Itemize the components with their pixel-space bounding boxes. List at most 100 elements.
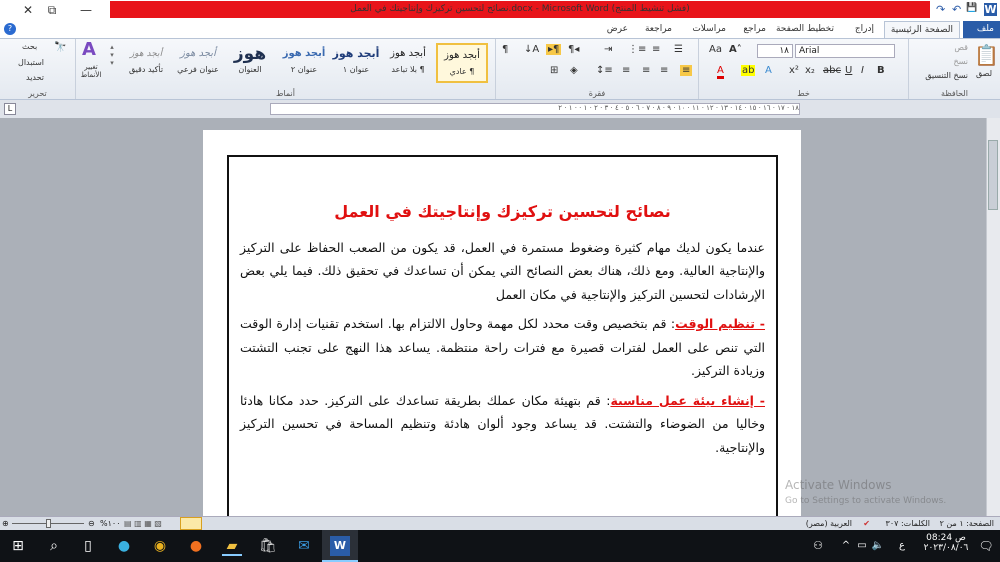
- bullets-icon[interactable]: ☰: [674, 44, 683, 55]
- find-icon: 🔭: [54, 42, 67, 53]
- rtl-icon[interactable]: ¶◂: [568, 44, 579, 55]
- tab-references[interactable]: مراجع: [737, 21, 772, 38]
- style-title[interactable]: هوز العنوان: [224, 43, 276, 83]
- text-effects-icon[interactable]: A: [765, 65, 772, 76]
- style-subtle-emphasis[interactable]: أبجد هوز تأكيد دقيق: [120, 43, 172, 83]
- tab-selector[interactable]: L: [4, 103, 16, 115]
- mail-icon[interactable]: ✉: [294, 536, 314, 556]
- style-no-spacing[interactable]: أبجد هوز ¶ بلا تباعد: [382, 43, 434, 83]
- word-count[interactable]: الكلمات: ٣٠٧: [886, 517, 930, 530]
- style-name: عنوان ٢: [290, 65, 318, 74]
- show-marks-icon[interactable]: ¶: [502, 44, 508, 55]
- grow-font-icon[interactable]: A˄: [729, 44, 742, 55]
- windows-start-icon[interactable]: ⊞: [8, 536, 28, 556]
- font-label: خط: [797, 89, 810, 98]
- redo-icon[interactable]: ↷: [936, 3, 945, 16]
- zoom-level[interactable]: %١٠٠: [100, 517, 121, 530]
- section-heading: - تنظيم الوقت: [675, 316, 765, 331]
- task-view-icon[interactable]: ▯: [78, 536, 98, 556]
- page-count[interactable]: الصفحة: ١ من ٢: [940, 517, 994, 530]
- strikethrough-icon[interactable]: abc: [823, 65, 841, 76]
- tab-page-layout[interactable]: تخطيط الصفحة: [770, 21, 840, 38]
- paste-icon[interactable]: 📋: [974, 43, 999, 67]
- store-icon[interactable]: 🛍: [258, 536, 278, 556]
- ribbon: 📋 لصق قص نسخ نسخ التنسيق الحافظة Arial ١…: [0, 38, 1000, 100]
- style-subtitle[interactable]: أبجد هوز عنوان فرعي: [172, 43, 224, 83]
- horizontal-ruler[interactable]: ١٨ · ١٧ · ١٦ · ١٥ · ١٤ · ١٣ · ١٢ · ١١ · …: [270, 103, 800, 115]
- shading-icon[interactable]: ◈: [570, 65, 578, 76]
- underline-icon[interactable]: U: [845, 65, 852, 76]
- style-heading-1[interactable]: أبجد هوز عنوان ١: [330, 43, 382, 83]
- format-painter-button[interactable]: نسخ التنسيق: [925, 71, 968, 80]
- find-button[interactable]: بحث: [22, 42, 37, 51]
- font-color-icon[interactable]: A: [717, 65, 724, 79]
- change-styles-icon[interactable]: A: [74, 39, 104, 60]
- font-name-select[interactable]: Arial: [795, 44, 895, 58]
- notifications-icon[interactable]: 🗨: [976, 536, 996, 556]
- firefox-icon[interactable]: ●: [186, 536, 206, 556]
- center-icon[interactable]: ≡: [660, 65, 668, 76]
- tab-mailings[interactable]: مراسلات: [686, 21, 732, 38]
- chrome-icon[interactable]: ◉: [150, 536, 170, 556]
- help-icon[interactable]: ?: [4, 23, 16, 35]
- tab-view[interactable]: عرض: [601, 21, 634, 38]
- replace-button[interactable]: استبدال: [18, 58, 44, 67]
- zoom-slider-thumb[interactable]: [46, 519, 51, 528]
- scrollbar-thumb[interactable]: [988, 140, 998, 210]
- people-icon[interactable]: ⚇: [808, 536, 828, 556]
- style-normal[interactable]: أبجد هوز ¶ عادي: [436, 43, 488, 83]
- styles-scroll-icon[interactable]: ▴ ▾ ▾: [108, 43, 116, 67]
- print-layout-view-button[interactable]: [180, 517, 202, 530]
- minimize-button[interactable]: —: [66, 0, 106, 20]
- change-styles-button[interactable]: تغيير الأنماط: [76, 63, 106, 79]
- copy-button[interactable]: نسخ: [953, 57, 968, 66]
- cut-button[interactable]: قص: [954, 43, 968, 52]
- save-icon[interactable]: 💾: [966, 3, 977, 13]
- multilevel-list-icon[interactable]: ⋮≡: [628, 44, 646, 55]
- line-spacing-icon[interactable]: ↕≡: [596, 65, 613, 76]
- document-body[interactable]: نصائح لتحسين تركيزك وإنتاجيتك في العمل ع…: [240, 200, 765, 465]
- tab-home[interactable]: الصفحة الرئيسية: [883, 21, 960, 38]
- sort-icon[interactable]: ↓A: [524, 44, 539, 55]
- file-explorer-icon[interactable]: ▰: [222, 536, 242, 556]
- zoom-out-button[interactable]: ⊖: [88, 517, 95, 530]
- bold-icon[interactable]: B: [877, 65, 885, 76]
- font-size-select[interactable]: ١٨: [757, 44, 793, 58]
- language-indicator[interactable]: العربية (مصر): [806, 517, 852, 530]
- paste-button[interactable]: لصق: [972, 69, 996, 78]
- tab-insert[interactable]: إدراج: [849, 21, 880, 38]
- superscript-icon[interactable]: x²: [789, 65, 799, 76]
- ltr-icon[interactable]: ▸¶: [546, 44, 562, 55]
- borders-icon[interactable]: ⊞: [550, 65, 558, 76]
- section-paragraph: - تنظيم الوقت: قم بتخصيص وقت محدد لكل مه…: [240, 312, 765, 383]
- clock[interactable]: 08:24 ص ٢٠٢٣/٠٨/٠٦: [918, 533, 974, 553]
- word-taskbar-button[interactable]: W: [322, 530, 358, 562]
- title-bar: ✕ ⧉ — نصائح لتحسين تركيزك وإنتاجيتك في ا…: [0, 0, 1000, 20]
- align-left-icon[interactable]: ≡: [642, 65, 650, 76]
- intro-paragraph: عندما يكون لديك مهام كثيرة وضغوط مستمرة …: [240, 239, 765, 302]
- undo-icon[interactable]: ↶: [952, 3, 961, 16]
- input-language[interactable]: ع: [892, 536, 912, 556]
- search-icon[interactable]: ⌕: [44, 536, 64, 556]
- style-name: تأكيد دقيق: [128, 65, 164, 74]
- change-case-icon[interactable]: Aa: [709, 44, 722, 55]
- volume-icon[interactable]: 🔈: [868, 536, 888, 556]
- tab-review[interactable]: مراجعة: [639, 21, 678, 38]
- proofing-icon[interactable]: ✔: [863, 517, 870, 530]
- window-title: نصائح لتحسين تركيزك وإنتاجيتك في العمل.d…: [110, 1, 930, 18]
- highlight-icon[interactable]: ab: [741, 65, 756, 76]
- tab-file[interactable]: ملف: [963, 21, 1000, 38]
- italic-icon[interactable]: I: [861, 65, 864, 76]
- styles-group: أبجد هوز ¶ عادي أبجد هوز ¶ بلا تباعد أبجد …: [75, 39, 495, 99]
- justify-icon[interactable]: ≡: [622, 65, 630, 76]
- style-heading-2[interactable]: أبجد هوز عنوان ٢: [278, 43, 330, 83]
- align-right-icon[interactable]: ≡: [680, 65, 693, 76]
- numbering-icon[interactable]: ≡: [652, 44, 660, 55]
- subscript-icon[interactable]: x₂: [805, 65, 815, 76]
- edge-icon[interactable]: ●: [114, 536, 134, 556]
- style-name: العنوان: [238, 65, 262, 74]
- zoom-in-button[interactable]: ⊕: [2, 517, 9, 530]
- view-buttons-icon[interactable]: ▤ ▥ ▦ ▧: [124, 517, 162, 530]
- select-button[interactable]: تحديد: [26, 73, 44, 82]
- indent-icon[interactable]: ⇥: [604, 44, 612, 55]
